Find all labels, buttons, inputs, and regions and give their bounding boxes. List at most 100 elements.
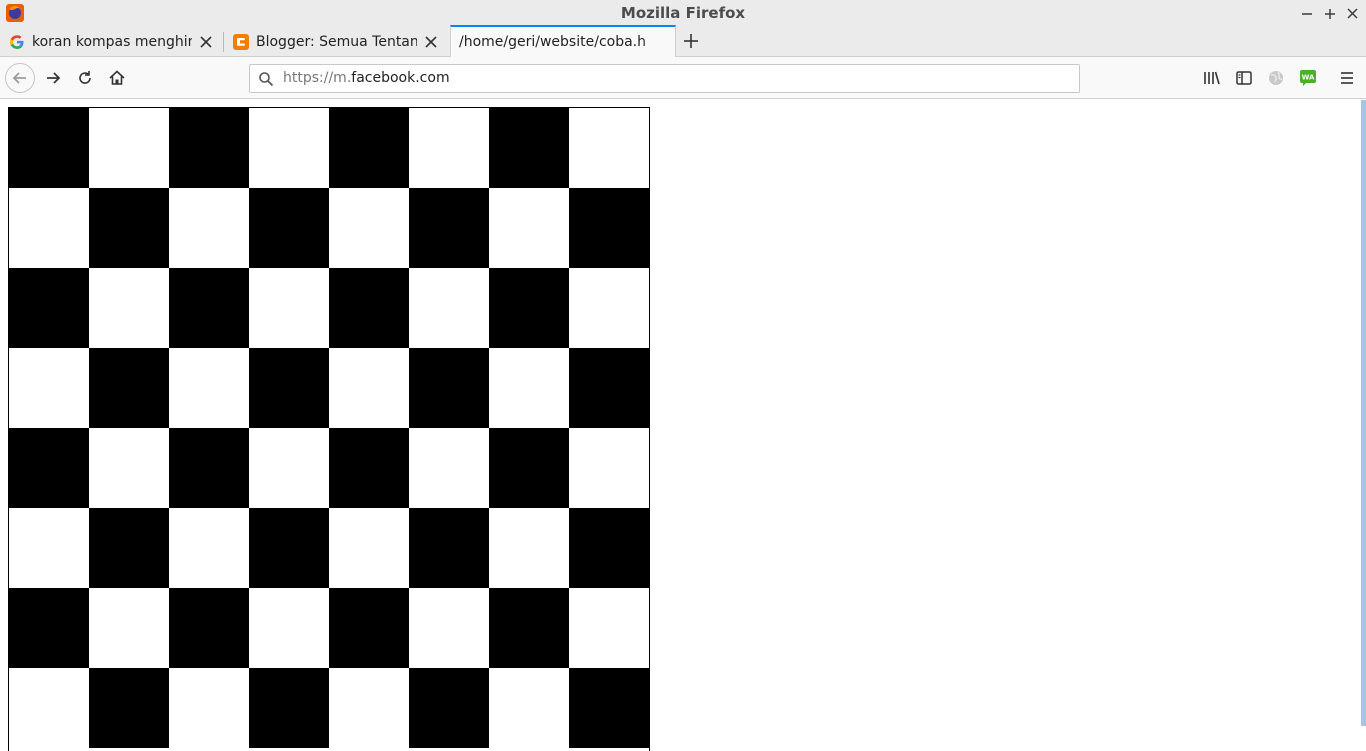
tab-label: koran kompas menghina: [32, 33, 192, 50]
board-square: [249, 588, 329, 668]
board-square: [9, 588, 89, 668]
board-square: [489, 188, 569, 268]
board-square: [409, 668, 489, 748]
board-square: [169, 108, 249, 188]
whatsapp-extension-icon[interactable]: WA: [1299, 69, 1317, 87]
vertical-scrollbar[interactable]: [1361, 100, 1366, 726]
globe-icon[interactable]: [1267, 69, 1285, 87]
board-square: [89, 668, 169, 748]
new-tab-plus-icon[interactable]: [680, 30, 702, 52]
board-square: [489, 348, 569, 428]
board-square: [249, 348, 329, 428]
url-text: https://m.facebook.com: [283, 70, 450, 86]
board-square: [249, 268, 329, 348]
board-square: [9, 508, 89, 588]
board-square: [569, 188, 649, 268]
url-bar[interactable]: https://m.facebook.com: [249, 64, 1080, 93]
board-square: [329, 668, 409, 748]
forward-arrow-icon: [47, 72, 61, 84]
board-square: [329, 268, 409, 348]
board-square: [9, 188, 89, 268]
board-square: [249, 188, 329, 268]
sidebar-icon[interactable]: [1235, 69, 1253, 87]
board-square: [89, 508, 169, 588]
tab-label: Blogger: Semua Tentang: [256, 33, 417, 50]
board-square: [169, 268, 249, 348]
board-square: [89, 428, 169, 508]
board-square: [169, 508, 249, 588]
board-square: [409, 268, 489, 348]
tab-blogger[interactable]: Blogger: Semua Tentang: [224, 26, 449, 57]
home-button[interactable]: [104, 65, 130, 91]
board-square: [329, 588, 409, 668]
back-arrow-icon: [12, 72, 26, 84]
board-square: [169, 428, 249, 508]
checkerboard: [8, 107, 650, 751]
board-square: [569, 348, 649, 428]
menu-hamburger-icon[interactable]: [1338, 69, 1356, 87]
board-square: [489, 108, 569, 188]
blogger-favicon-icon: [233, 33, 249, 50]
back-button[interactable]: [5, 63, 35, 93]
url-prefix: https://m.: [283, 70, 352, 86]
window-title: Mozilla Firefox: [620, 4, 746, 22]
board-square: [569, 508, 649, 588]
url-domain: facebook.com: [351, 70, 450, 86]
board-square: [9, 668, 89, 748]
board-square: [569, 588, 649, 668]
board-square: [329, 108, 409, 188]
board-square: [89, 188, 169, 268]
page-content: [0, 100, 1366, 751]
board-square: [329, 508, 409, 588]
close-window-icon[interactable]: [1342, 3, 1362, 23]
board-square: [569, 428, 649, 508]
board-square: [329, 428, 409, 508]
board-square: [249, 108, 329, 188]
board-square: [489, 428, 569, 508]
board-square: [89, 268, 169, 348]
board-square: [249, 428, 329, 508]
board-square: [569, 668, 649, 748]
maximize-icon[interactable]: [1320, 3, 1340, 23]
board-square: [489, 268, 569, 348]
board-square: [329, 348, 409, 428]
close-tab-icon[interactable]: [423, 34, 439, 50]
forward-button[interactable]: [40, 65, 66, 91]
board-square: [9, 268, 89, 348]
board-square: [9, 428, 89, 508]
board-square: [409, 428, 489, 508]
board-square: [409, 108, 489, 188]
board-square: [489, 588, 569, 668]
board-square: [9, 348, 89, 428]
board-square: [249, 508, 329, 588]
tab-strip: koran kompas menghina Blogger: Semua Ten…: [0, 25, 1366, 57]
board-square: [169, 668, 249, 748]
board-square: [489, 508, 569, 588]
library-icon[interactable]: [1203, 69, 1221, 87]
board-square: [89, 348, 169, 428]
reload-button[interactable]: [72, 65, 98, 91]
search-icon: [259, 72, 274, 87]
board-square: [409, 508, 489, 588]
close-tab-icon[interactable]: [198, 34, 214, 50]
tab-koran-kompas[interactable]: koran kompas menghina: [0, 26, 224, 57]
google-favicon-icon: [10, 34, 24, 49]
board-square: [89, 588, 169, 668]
board-square: [409, 348, 489, 428]
board-square: [409, 188, 489, 268]
board-square: [169, 588, 249, 668]
board-square: [9, 108, 89, 188]
board-square: [409, 588, 489, 668]
board-square: [569, 108, 649, 188]
board-square: [249, 668, 329, 748]
board-square: [169, 348, 249, 428]
minimize-icon[interactable]: [1297, 3, 1317, 23]
tab-local-file[interactable]: /home/geri/website/coba.h: [450, 25, 676, 57]
svg-text:WA: WA: [1302, 74, 1315, 82]
tab-label: /home/geri/website/coba.h: [459, 34, 646, 50]
board-square: [169, 188, 249, 268]
reload-icon: [79, 71, 91, 84]
home-icon: [109, 70, 125, 85]
title-bar: Mozilla Firefox: [0, 0, 1366, 26]
board-square: [329, 188, 409, 268]
